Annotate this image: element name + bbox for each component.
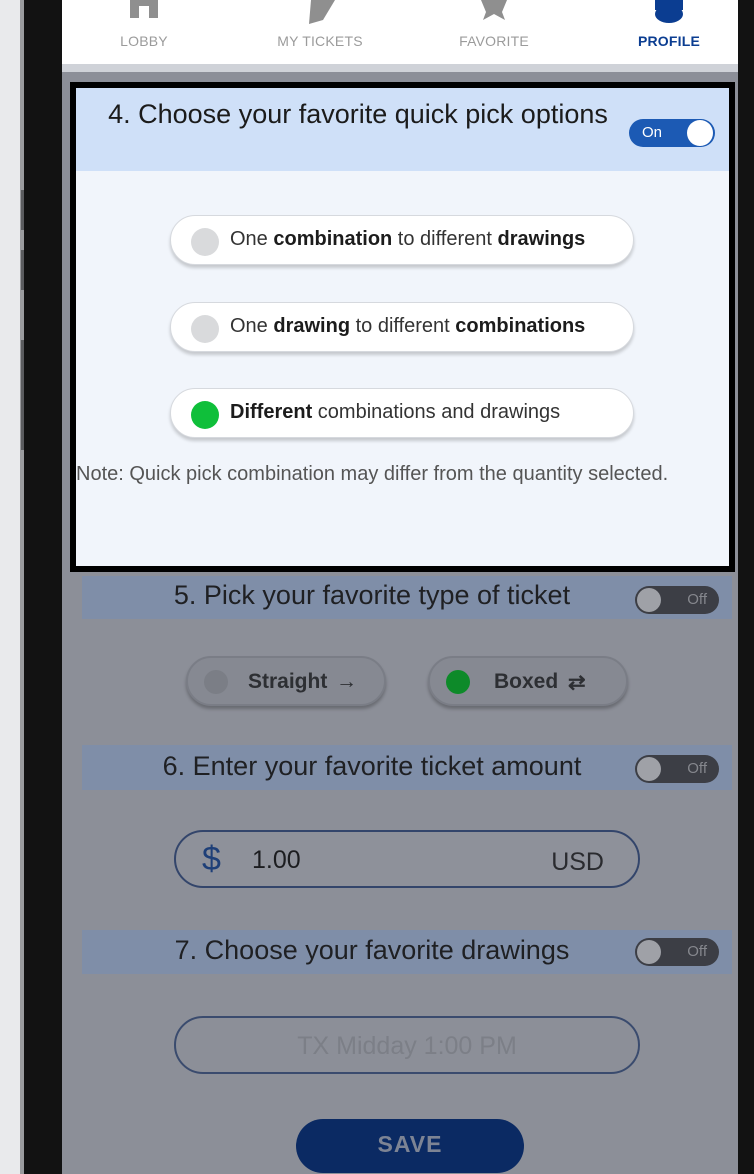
section4-title: 4. Choose your favorite quick pick optio…	[108, 99, 608, 129]
toggle-knob	[637, 588, 661, 612]
user-icon	[655, 0, 683, 23]
dollar-icon: $	[202, 840, 221, 878]
save-button[interactable]: SAVE	[296, 1119, 524, 1173]
home-icon	[130, 0, 158, 20]
nav-label-favorite: FAVORITE	[459, 33, 529, 49]
drawing-placeholder: TX Midday 1:00 PM	[297, 1032, 517, 1060]
straight-option[interactable]: Straight →	[186, 656, 386, 706]
bottom-navigation: LOBBY MY TICKETS FAVORITE PROFILE	[62, 0, 738, 64]
boxed-option[interactable]: Boxed ⇄	[428, 656, 628, 706]
nav-label-profile: PROFILE	[637, 33, 701, 49]
nav-item-lobby[interactable]: LOBBY	[74, 0, 214, 64]
app-screen: LOBBY MY TICKETS FAVORITE PROFILE 5. Pic…	[62, 0, 738, 1174]
quick-pick-option-2[interactable]: One drawing to different combinations	[170, 302, 634, 352]
ticket-icon	[309, 0, 335, 24]
nav-label-my-tickets: MY TICKETS	[277, 33, 363, 49]
toggle-knob	[637, 940, 661, 964]
nav-item-my-tickets[interactable]: MY TICKETS	[250, 0, 390, 64]
section5-toggle[interactable]: Off	[635, 586, 719, 614]
nav-item-favorite[interactable]: FAVORITE	[424, 0, 564, 64]
section4-toggle[interactable]: On	[629, 119, 715, 147]
toggle-knob	[687, 120, 713, 146]
nav-item-profile[interactable]: PROFILE	[599, 0, 738, 64]
boxed-radio	[446, 670, 470, 694]
section5-title: 5. Pick your favorite type of ticket	[173, 580, 571, 610]
boxed-label: Boxed	[494, 670, 559, 693]
amount-input[interactable]: $ 1.00 USD	[174, 830, 640, 888]
section6-toggle[interactable]: Off	[635, 755, 719, 783]
straight-label: Straight	[248, 670, 328, 693]
toggle-label: Off	[687, 591, 707, 608]
section7-title: 7. Choose your favorite drawings	[174, 935, 570, 965]
radio-button-selected	[191, 401, 219, 429]
radio-button	[191, 315, 219, 343]
toggle-label: Off	[687, 760, 707, 777]
quick-pick-panel: 4. Choose your favorite quick pick optio…	[70, 82, 735, 572]
option-label: Different combinations and drawings	[230, 401, 561, 423]
section7-header: 7. Choose your favorite drawings Off	[82, 930, 732, 974]
shuffle-icon: ⇄	[568, 671, 586, 694]
option-label: One combination to different drawings	[230, 228, 586, 250]
device-bezel-right	[738, 0, 754, 1174]
toggle-label: Off	[687, 943, 707, 960]
toggle-label: On	[642, 124, 663, 141]
straight-radio	[204, 670, 228, 694]
section5-header: 5. Pick your favorite type of ticket Off	[82, 576, 732, 619]
star-icon	[481, 0, 507, 20]
section4-header: 4. Choose your favorite quick pick optio…	[76, 88, 729, 171]
toggle-knob	[637, 757, 661, 781]
quick-pick-option-3[interactable]: Different combinations and drawings	[170, 388, 634, 438]
section6-header: 6. Enter your favorite ticket amount Off	[82, 745, 732, 790]
amount-value: 1.00	[252, 846, 301, 874]
drawing-select[interactable]: TX Midday 1:00 PM	[174, 1016, 640, 1074]
left-background	[0, 0, 22, 1174]
currency-label: USD	[551, 848, 604, 876]
quick-pick-option-1[interactable]: One combination to different drawings	[170, 215, 634, 265]
save-label: SAVE	[377, 1131, 443, 1157]
device-bezel-left	[24, 0, 64, 1174]
quick-pick-note: Note: Quick pick combination may differ …	[76, 463, 669, 485]
nav-divider	[62, 64, 738, 72]
section6-title: 6. Enter your favorite ticket amount	[162, 751, 582, 781]
option-label: One drawing to different combinations	[230, 315, 586, 337]
arrow-right-icon: →	[336, 670, 357, 693]
nav-label-lobby: LOBBY	[120, 33, 168, 49]
radio-button	[191, 228, 219, 256]
section7-toggle[interactable]: Off	[635, 938, 719, 966]
